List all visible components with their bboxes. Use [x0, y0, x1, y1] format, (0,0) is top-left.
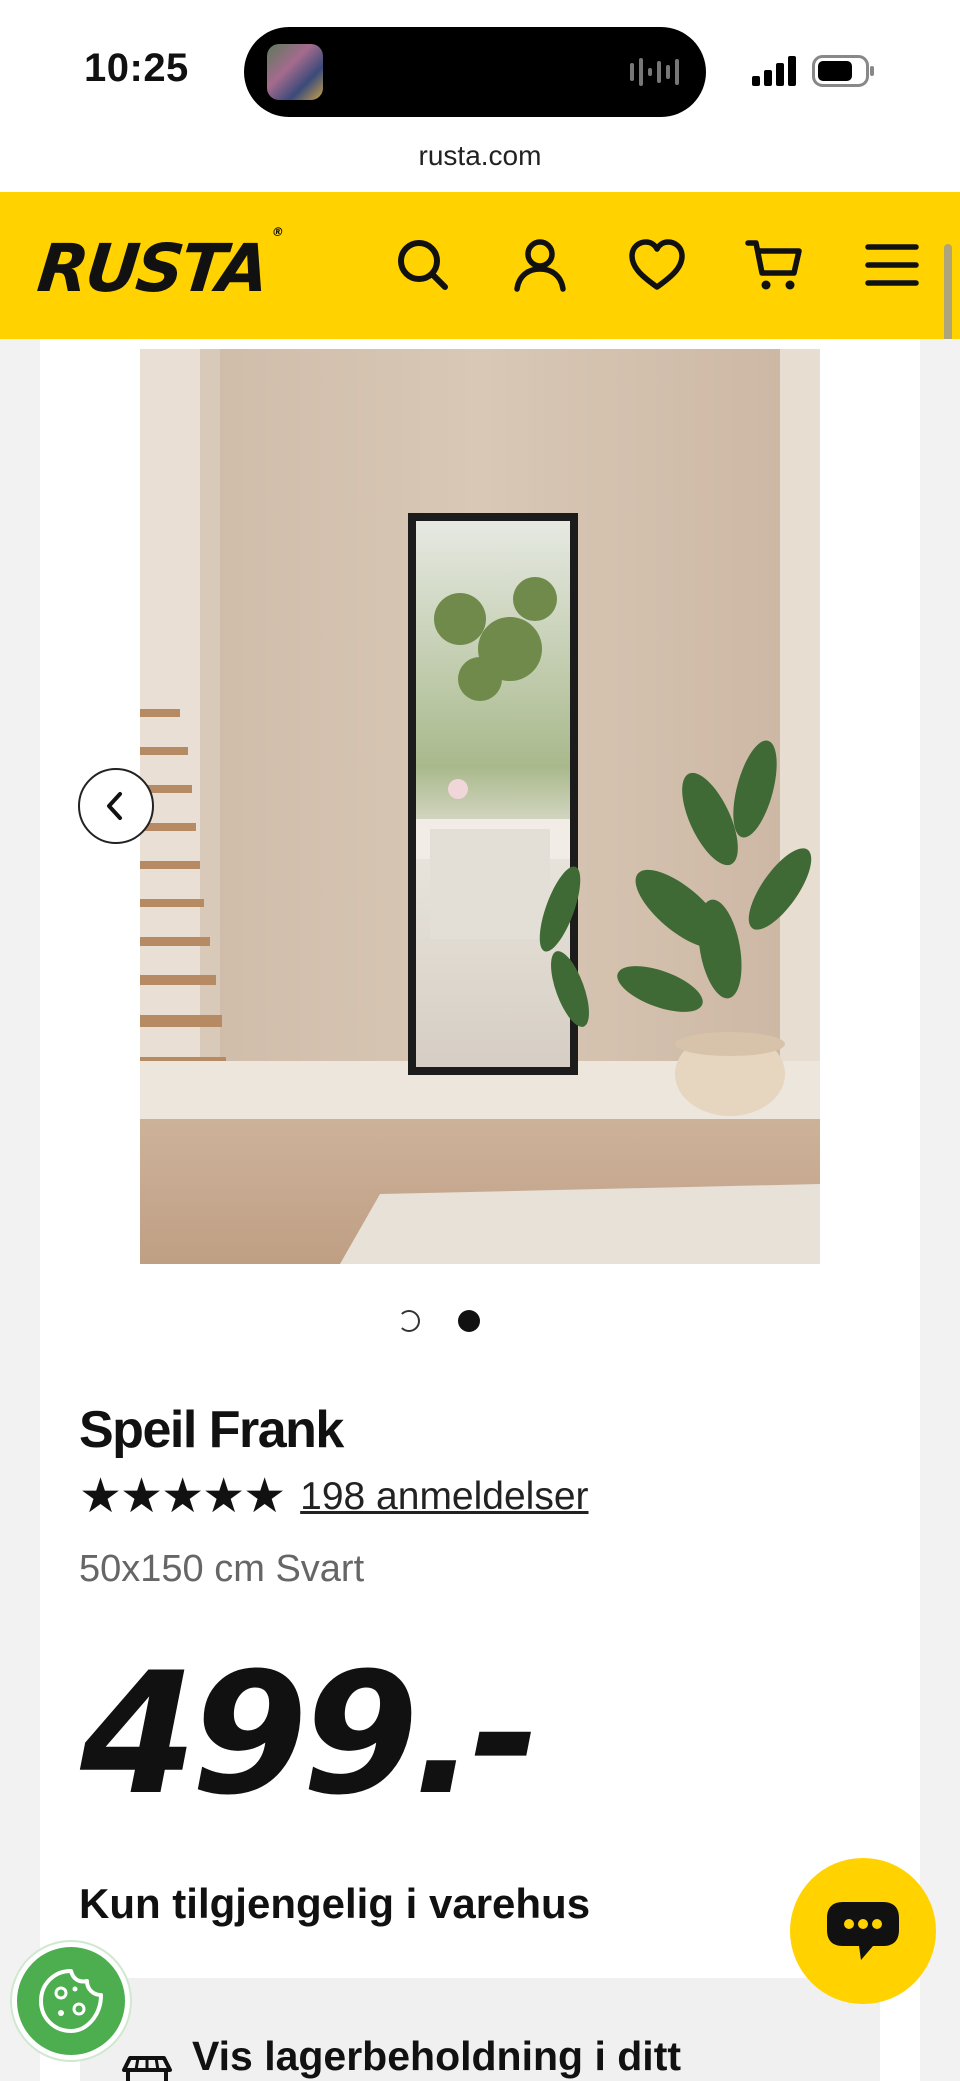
chat-button[interactable]	[790, 1858, 936, 2004]
chevron-left-icon	[107, 792, 122, 820]
status-bar: 10:25 rusta.com	[0, 0, 960, 171]
mirror-room-illustration	[140, 349, 820, 1264]
logo-text: RUSTA	[33, 230, 270, 307]
logo-trademark: ®	[271, 225, 282, 239]
browser-url[interactable]: rusta.com	[0, 140, 960, 172]
chat-bubble-icon	[827, 1902, 899, 1960]
stock-availability-box[interactable]: Vis lagerbeholdning i ditt	[80, 1978, 880, 2081]
wishlist-button[interactable]	[622, 230, 692, 300]
now-playing-thumbnail	[267, 44, 323, 100]
store-icon	[122, 2056, 172, 2081]
cart-icon	[745, 240, 802, 290]
product-image[interactable]	[140, 349, 820, 1264]
site-header: RUSTA®	[0, 192, 960, 339]
dynamic-island	[244, 27, 706, 117]
product-variant: 50x150 cm Svart	[79, 1548, 365, 1590]
account-icon	[514, 239, 566, 292]
carousel-dot-2-active[interactable]	[458, 1310, 480, 1332]
audio-waveform-icon	[630, 58, 679, 86]
rating-stars-icon: ★★★★★	[79, 1470, 286, 1523]
carousel-dot-1[interactable]	[398, 1310, 420, 1332]
rusta-logo[interactable]: RUSTA®	[33, 225, 282, 307]
availability-heading: Kun tilgjengelig i varehus	[79, 1880, 591, 1927]
battery-icon	[812, 55, 874, 87]
product-rating: ★★★★★ 198 anmeldelser	[79, 1472, 589, 1522]
reviews-link[interactable]: 198 anmeldelser	[300, 1475, 588, 1519]
wishlist-heart-icon	[629, 239, 685, 290]
carousel-dots	[0, 1310, 960, 1334]
search-icon	[398, 240, 448, 290]
cart-button[interactable]	[739, 230, 809, 300]
menu-button[interactable]	[857, 230, 927, 300]
stock-link-text[interactable]: Vis lagerbeholdning i ditt	[192, 2033, 681, 2080]
cookie-icon	[39, 1969, 103, 2033]
product-price: 499.-	[80, 1636, 540, 1832]
product-title: Speil Frank	[79, 1401, 344, 1459]
menu-icon	[865, 244, 919, 286]
cookie-settings-button[interactable]	[12, 1942, 130, 2060]
cellular-signal-icon	[752, 56, 796, 86]
account-button[interactable]	[505, 230, 575, 300]
search-button[interactable]	[388, 230, 458, 300]
status-time: 10:25	[84, 46, 189, 90]
carousel-prev-button[interactable]	[78, 768, 154, 844]
